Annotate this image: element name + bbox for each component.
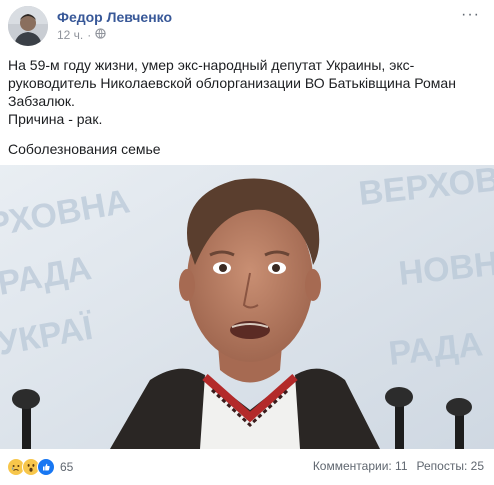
meta-separator: · <box>87 28 92 42</box>
comments-count-link[interactable]: Комментарии: 11 <box>313 459 408 473</box>
avatar-image <box>8 6 48 46</box>
reactions-summary[interactable]: 65 <box>7 458 73 476</box>
privacy-globe-icon <box>95 28 106 42</box>
post-footer: 65 Комментарии: 11 Репосты: 25 <box>0 449 494 485</box>
post-photo[interactable]: РХОВНА РАДА УКРАЇ ВЕРХОВ НОВНА РАДА <box>0 165 494 449</box>
post-text-paragraph: На 59-м году жизни, умер экс-народный де… <box>8 57 456 109</box>
post-options-menu-button[interactable]: ··· <box>461 6 480 24</box>
post-timestamp[interactable]: 12 ч. <box>57 28 83 42</box>
post-text-paragraph: Причина - рак. <box>8 111 103 127</box>
reactions-count[interactable]: 65 <box>60 460 73 474</box>
shares-count-link[interactable]: Репосты: 25 <box>417 459 484 473</box>
post-meta: 12 ч. · <box>57 28 106 42</box>
author-avatar[interactable] <box>8 6 48 46</box>
facebook-post: Федор Левченко 12 ч. · ··· На 59-м году … <box>0 0 494 485</box>
author-name-link[interactable]: Федор Левченко <box>57 9 172 25</box>
post-text: На 59-м году жизни, умер экс-народный де… <box>8 56 486 158</box>
post-stats: Комментарии: 11 Репосты: 25 <box>313 459 484 473</box>
portrait-photo: РХОВНА РАДА УКРАЇ ВЕРХОВ НОВНА РАДА <box>0 165 494 449</box>
like-reaction-icon <box>37 458 55 476</box>
post-text-paragraph: Соболезнования семье <box>8 141 161 157</box>
